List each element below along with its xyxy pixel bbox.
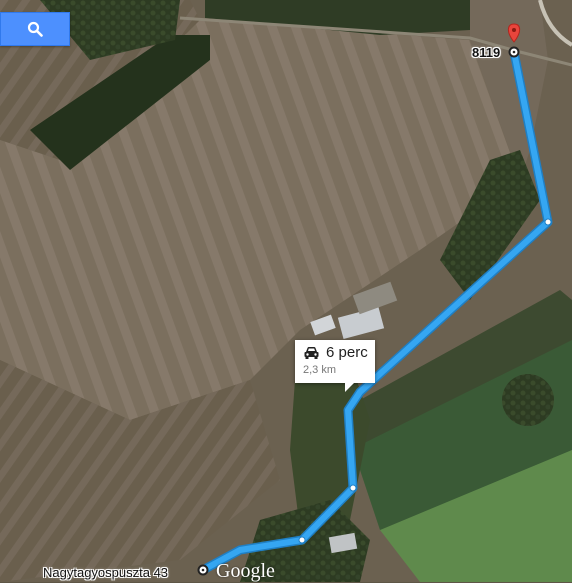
route-waypoint[interactable] <box>544 218 552 226</box>
car-icon <box>304 346 319 359</box>
search-icon <box>27 21 43 37</box>
route-waypoint[interactable] <box>349 484 357 492</box>
google-logo: Google <box>216 560 275 582</box>
search-button[interactable] <box>0 12 70 46</box>
route-waypoint[interactable] <box>298 536 306 544</box>
destination-label: 8119 <box>472 45 501 60</box>
origin-label: Nagytagyospuszta 43 <box>43 565 169 580</box>
satellite-map[interactable] <box>0 0 572 582</box>
route-info-box[interactable]: 6 perc 2,3 km <box>295 340 375 392</box>
origin-marker-dot <box>201 568 205 572</box>
tree-clump <box>502 374 554 426</box>
destination-marker-dot <box>512 50 516 54</box>
route-duration: 6 perc <box>326 344 368 361</box>
route-distance: 2,3 km <box>303 364 337 376</box>
